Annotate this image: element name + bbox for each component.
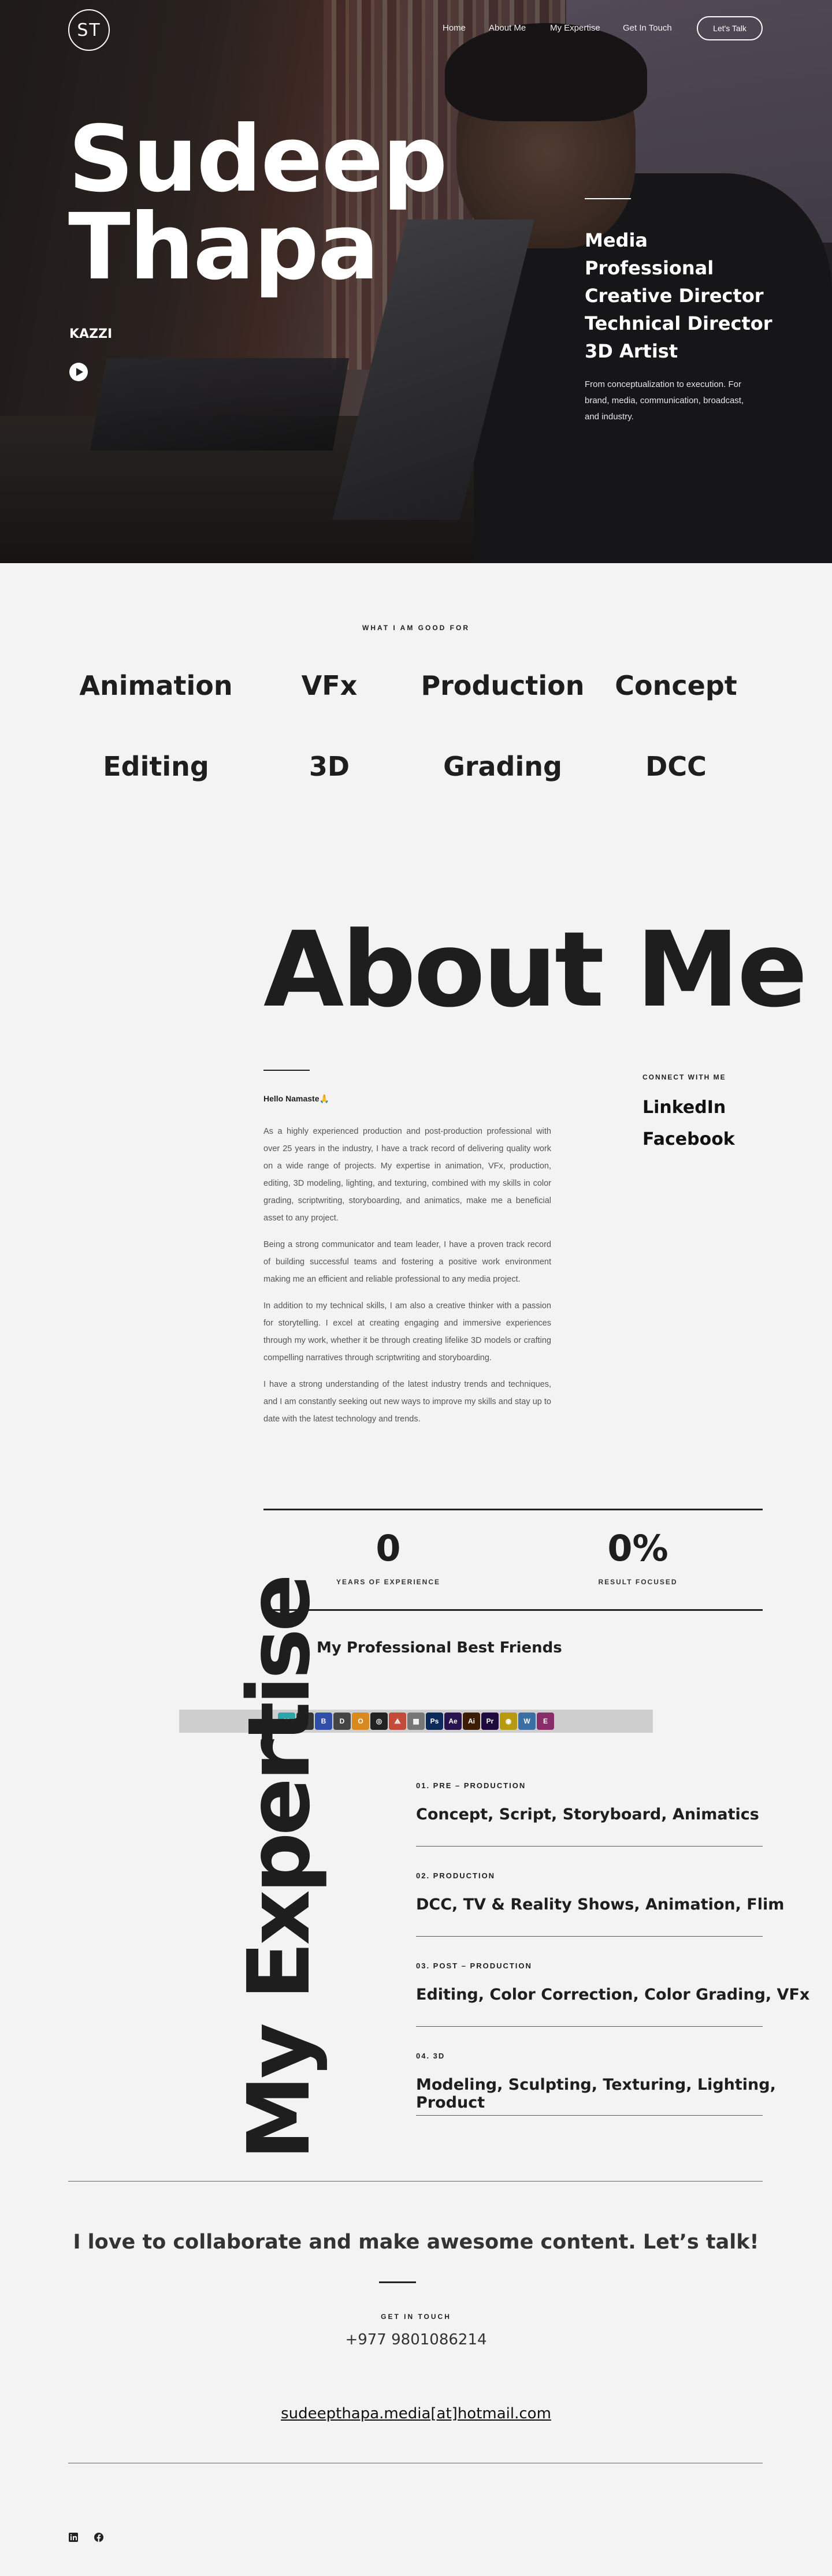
skill-grading: Grading <box>443 751 562 782</box>
about-paragraph: Being a strong communicator and team lea… <box>263 1240 551 1284</box>
connect-eyebrow: CONNECT WITH ME <box>642 1073 726 1081</box>
linkedin-link[interactable]: LinkedIn <box>642 1097 726 1118</box>
expertise-item-eyebrow: 04. 3D <box>416 2052 445 2060</box>
tool-logo-icon: Ae <box>444 1713 462 1730</box>
role-item: Technical Director <box>585 312 772 334</box>
skill-editing: Editing <box>103 751 209 782</box>
expertise-divider <box>416 2026 763 2027</box>
role-item: 3D Artist <box>585 340 678 362</box>
role-item: Creative Director <box>585 285 764 307</box>
hero-name-last: Thapa <box>68 194 380 300</box>
hero-section: ST Home About Me My Expertise Get In Tou… <box>0 0 832 563</box>
hero-tagline: From conceptualization to execution. For… <box>585 379 744 422</box>
skill-concept: Concept <box>615 670 737 701</box>
skill-animation: Animation <box>79 670 233 701</box>
expertise-item-eyebrow: 03. POST – PRODUCTION <box>416 1961 532 1970</box>
facebook-link[interactable]: Facebook <box>642 1129 735 1149</box>
nav-home[interactable]: Home <box>443 23 466 33</box>
skill-dcc: DCC <box>645 751 707 782</box>
tool-logo-icon: O <box>352 1713 369 1730</box>
expertise-item-eyebrow: 01. PRE – PRODUCTION <box>416 1781 526 1790</box>
tool-logo-icon: ▦ <box>407 1713 425 1730</box>
about-greeting: Hello Namaste🙏 <box>263 1094 329 1103</box>
about-paragraph: I have a strong understanding of the lat… <box>263 1380 551 1424</box>
role-item: Media <box>585 229 648 251</box>
expertise-item-eyebrow: 02. PRODUCTION <box>416 1871 496 1880</box>
nav-about-me[interactable]: About Me <box>489 23 526 33</box>
skill-production: Production <box>421 670 585 701</box>
contact-top-divider <box>68 2181 763 2182</box>
skill-3d: 3D <box>309 751 350 782</box>
tool-logo-icon: Ai <box>463 1713 480 1730</box>
stat-years-value: 0 <box>376 1527 401 1569</box>
expertise-item-title: DCC, TV & Reality Shows, Animation, Flim <box>416 1896 785 1914</box>
about-paragraph: As a highly experienced production and p… <box>263 1127 551 1223</box>
stats-top-border <box>263 1509 763 1510</box>
tool-logo-icon: E <box>537 1713 554 1730</box>
expertise-divider <box>416 2115 763 2116</box>
hero-roles: Media Professional Creative Director Tec… <box>585 226 772 365</box>
about-divider <box>263 1070 310 1071</box>
about-paragraph: In addition to my technical skills, I am… <box>263 1301 551 1363</box>
hero-divider <box>585 198 631 199</box>
hero-name: Sudeep Thapa <box>68 114 448 293</box>
stats-bottom-border <box>263 1609 763 1611</box>
expertise-item-title: Editing, Color Correction, Color Grading… <box>416 1986 810 2004</box>
tool-logo-icon: D <box>333 1713 351 1730</box>
tool-logo-icon: ◉ <box>500 1713 517 1730</box>
stat-result-label: RESULT FOCUSED <box>598 1578 678 1586</box>
lets-talk-button[interactable]: Let's Talk <box>697 16 763 40</box>
stat-result-value: 0% <box>607 1527 668 1569</box>
about-body: As a highly experienced production and p… <box>263 1123 551 1437</box>
contact-divider <box>379 2281 416 2283</box>
about-title: About Me <box>263 910 808 1030</box>
tool-logo-icon: ◎ <box>370 1713 388 1730</box>
tool-logo-icon: Ps <box>426 1713 443 1730</box>
tool-logo-icon: W <box>518 1713 536 1730</box>
tool-logo-icon: ⟁ <box>389 1713 406 1730</box>
phone-link[interactable]: +977 9801086214 <box>0 2331 832 2348</box>
expertise-divider <box>416 1936 763 1937</box>
play-video-icon[interactable] <box>69 363 88 381</box>
tools-title: My Professional Best Friends <box>317 1639 562 1656</box>
email-link[interactable]: sudeepthapa.media[at]hotmail.com <box>0 2405 832 2422</box>
skill-vfx: VFx <box>301 670 358 701</box>
expertise-divider <box>416 1846 763 1847</box>
hero-nickname: KAZZI <box>69 327 113 341</box>
contact-headline: I love to collaborate and make awesome c… <box>73 2231 759 2254</box>
expertise-item-title: Modeling, Sculpting, Texturing, Lighting… <box>416 2076 776 2112</box>
linkedin-icon[interactable] <box>68 2532 79 2543</box>
nav-my-expertise[interactable]: My Expertise <box>550 23 600 33</box>
site-logo[interactable]: ST <box>68 9 110 51</box>
skills-eyebrow: WHAT I AM GOOD FOR <box>362 624 470 632</box>
expertise-item-title: Concept, Script, Storyboard, Animatics <box>416 1806 759 1823</box>
role-item: Professional <box>585 257 714 279</box>
facebook-icon[interactable] <box>94 2532 104 2543</box>
nav-get-in-touch[interactable]: Get In Touch <box>623 23 672 33</box>
contact-eyebrow: GET IN TOUCH <box>381 2313 451 2321</box>
tool-logo-icon: Pr <box>481 1713 499 1730</box>
